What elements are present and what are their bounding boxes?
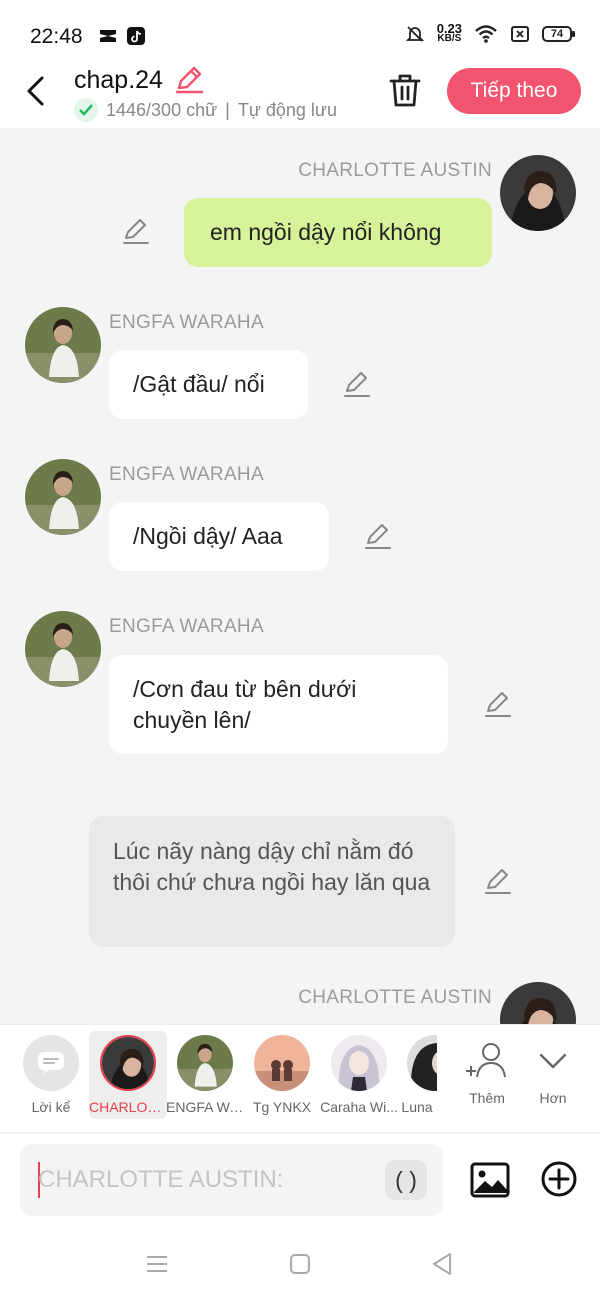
character-luna[interactable]: Luna (397, 1031, 437, 1119)
speaker-name: ENGFA WARAHA (109, 464, 264, 485)
speaker-name: ENGFA WARAHA (109, 312, 264, 333)
edit-title-icon[interactable] (174, 66, 204, 94)
add-icon[interactable] (540, 1160, 578, 1198)
avatar-charlotte[interactable] (500, 155, 576, 231)
status-time: 22:48 (30, 25, 83, 48)
message-bubble[interactable]: em ngồi dậy nổi không (184, 198, 492, 267)
narration-bubble[interactable]: Lúc nãy nàng dậy chỉ nằm đó thôi chứ chư… (89, 816, 455, 947)
avatar-engfa[interactable] (25, 459, 101, 535)
edit-pencil-icon[interactable] (484, 691, 512, 719)
speaker-name: ENGFA WARAHA (109, 616, 264, 637)
message-input[interactable]: CHARLOTTE AUSTIN: ( ) (20, 1144, 443, 1216)
avatar (100, 1035, 156, 1091)
next-button[interactable]: Tiếp theo (447, 68, 581, 114)
edit-pencil-icon[interactable] (343, 371, 371, 399)
wifi-icon (475, 25, 497, 43)
avatar-engfa[interactable] (25, 611, 101, 687)
avatar (177, 1035, 233, 1091)
editor-header: chap.24 1446/300 chữ | Tự động lưu Tiếp … (0, 60, 600, 128)
character-narrator[interactable]: Lời kể (12, 1031, 90, 1119)
back-arrow-icon[interactable] (22, 74, 52, 108)
character-selector: Lời kể CHARLOTTE AUSTIN ENGFA WARAHA Tg … (0, 1024, 600, 1132)
character-charlotte[interactable]: CHARLOTTE AUSTIN (89, 1031, 167, 1119)
more-characters-button[interactable]: Hơn (514, 1031, 592, 1119)
input-placeholder: CHARLOTTE AUSTIN: (38, 1166, 284, 1193)
tiktok-icon (127, 27, 145, 45)
meta-separator: | (225, 99, 230, 120)
save-meta: 1446/300 chữ | Tự động lưu (74, 98, 337, 122)
chevron-down-icon (539, 1053, 567, 1069)
message-bubble[interactable]: /Gật đầu/ nổi (109, 350, 308, 419)
sim-icon (511, 26, 529, 42)
avatar (254, 1035, 310, 1091)
mute-bell-icon (405, 26, 424, 42)
system-navbar (0, 1227, 600, 1300)
character-caraha[interactable]: Caraha Wi... (320, 1031, 398, 1119)
speaker-name: CHARLOTTE AUSTIN (298, 987, 492, 1008)
word-count: 1446/300 chữ (106, 99, 218, 120)
character-engfa[interactable]: ENGFA WARAHA (166, 1031, 244, 1119)
check-icon (74, 98, 98, 122)
autosave-label: Tự động lưu (237, 99, 337, 120)
chat-area: CHARLOTTE AUSTIN em ngồi dậy nổi không E… (0, 128, 600, 1024)
composer: CHARLOTTE AUSTIN: ( ) (0, 1133, 600, 1227)
edit-pencil-icon[interactable] (122, 218, 150, 246)
avatar (331, 1035, 387, 1091)
character-tg-ynkx[interactable]: Tg YNKX (243, 1031, 321, 1119)
narrator-bubble-icon (23, 1035, 79, 1091)
capcut-icon (100, 30, 116, 42)
avatar-engfa[interactable] (25, 307, 101, 383)
network-speed: 0.23 KB/S (436, 21, 462, 44)
add-person-icon (466, 1043, 506, 1078)
battery-indicator: 74 (542, 26, 575, 42)
menu-icon[interactable] (144, 1251, 170, 1277)
parenthesis-button[interactable]: ( ) (385, 1160, 427, 1200)
edit-pencil-icon[interactable] (364, 523, 392, 551)
edit-pencil-icon[interactable] (484, 868, 512, 896)
status-bar: 22:48 0.23 KB/S 74 (0, 0, 600, 60)
chapter-title[interactable]: chap.24 (74, 66, 163, 95)
back-triangle-icon[interactable] (429, 1251, 455, 1277)
image-icon[interactable] (470, 1160, 510, 1200)
message-bubble[interactable]: /Ngồi dậy/ Aaa (109, 502, 329, 571)
avatar (407, 1035, 437, 1091)
trash-icon[interactable] (387, 72, 423, 108)
avatar-charlotte[interactable] (500, 982, 576, 1024)
home-icon[interactable] (287, 1251, 313, 1277)
message-bubble[interactable]: /Cơn đau từ bên dưới chuyền lên/ (109, 655, 448, 754)
speaker-name: CHARLOTTE AUSTIN (298, 160, 492, 181)
